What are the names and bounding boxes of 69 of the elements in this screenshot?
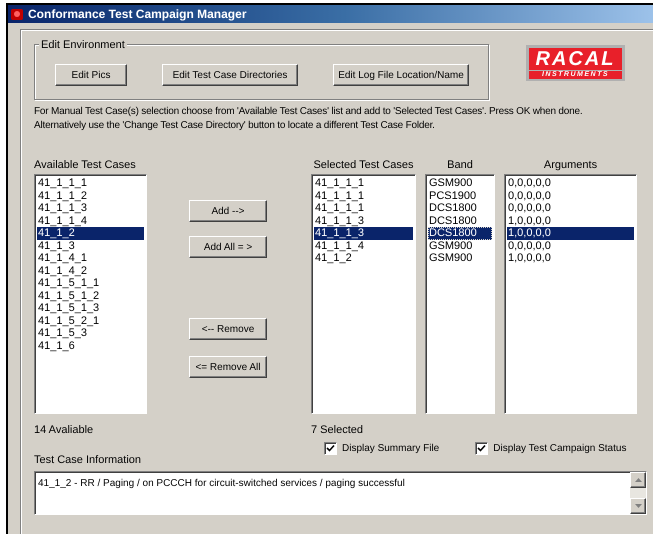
list-item[interactable]: 0,0,0,0,0 — [507, 202, 634, 214]
list-item[interactable]: 0,0,0,0,0 — [507, 190, 634, 202]
app-icon — [10, 7, 24, 21]
window-title: Conformance Test Campaign Manager — [28, 6, 246, 23]
checkbox-label: Display Summary File — [342, 442, 440, 456]
list-item[interactable]: GSM900 — [428, 252, 492, 264]
list-item[interactable]: 41_1_5_2_1 — [37, 314, 144, 327]
info-label: Test Case Information — [34, 452, 142, 468]
list-item[interactable]: 41_1_1_1 — [37, 177, 144, 190]
instruction-text: For Manual Test Case(s) selection choose from 'Available Test Cases' list and add to 'Selected Test Cases'. Press OK when done. — [34, 105, 584, 119]
move-button[interactable]: Add All = > — [189, 236, 267, 258]
info-field[interactable]: 41_1_2 - RR / Paging / on PCCCH for circuit-switched services / paging successful — [34, 471, 647, 515]
available-count: 14 Avaliable — [34, 423, 94, 438]
list-heading: Available Test Cases — [34, 158, 137, 173]
list-box[interactable]: 41_1_1_1 41_1_1_1 41_1_1_1 41_1_1_3 41_1_1_3 41_1_1_4 41_1_2 — [311, 174, 416, 414]
list-item[interactable]: 41_1_4_1 — [37, 252, 144, 264]
list-item[interactable]: 1,0,0,0,0 — [507, 227, 634, 240]
move-button[interactable]: <= Remove All — [189, 356, 267, 378]
list-item[interactable]: DCS1800 — [428, 202, 492, 214]
list-box[interactable]: GSM900 PCS1900 DCS1800 DCS1800 DCS1800 GSM900 GSM900 — [425, 174, 495, 414]
scrollbar[interactable] — [630, 472, 646, 514]
list-item[interactable]: 41_1_3 — [37, 240, 144, 252]
list-item[interactable]: 41_1_1_1 — [314, 190, 413, 202]
list-box[interactable]: 0,0,0,0,0 0,0,0,0,0 0,0,0,0,0 1,0,0,0,0 1,0,0,0,0 0,0,0,0,0 1,0,0,0,0 — [504, 174, 637, 414]
checkbox[interactable] — [475, 442, 488, 454]
list-item[interactable]: 41_1_4_2 — [37, 264, 144, 277]
scroll-down-icon[interactable] — [630, 498, 646, 514]
list-item[interactable]: 41_1_2 — [37, 227, 144, 240]
list-item[interactable]: 0,0,0,0,0 — [507, 240, 634, 252]
list-item[interactable]: DCS1800 — [428, 227, 492, 240]
list-heading: Arguments — [544, 158, 598, 173]
list-item[interactable]: 41_1_2 — [314, 252, 413, 264]
list-item[interactable]: PCS1900 — [428, 190, 492, 202]
list-item[interactable]: 1,0,0,0,0 — [507, 214, 634, 227]
move-button[interactable]: <-- Remove — [189, 318, 267, 340]
checkbox-label: Display Test Campaign Status — [493, 442, 626, 456]
list-heading: Selected Test Cases — [313, 158, 414, 173]
list-item[interactable]: GSM900 — [428, 240, 492, 252]
logo-name: RACAL — [529, 48, 622, 70]
list-item[interactable]: 41_1_1_2 — [37, 190, 144, 202]
instruction-text: Alternatively use the 'Change Test Case Directory' button to locate a different Test Case Folder. — [34, 119, 436, 133]
list-item[interactable]: 41_1_5_1_3 — [37, 302, 144, 314]
selected-count: 7 Selected — [311, 423, 364, 438]
list-item[interactable]: 41_1_1_1 — [314, 202, 413, 214]
list-item[interactable]: 41_1_1_3 — [314, 227, 413, 240]
list-item[interactable]: DCS1800 — [428, 214, 492, 227]
list-item[interactable]: 41_1_1_4 — [37, 214, 144, 227]
list-item[interactable]: GSM900 — [428, 177, 492, 190]
check-icon — [477, 444, 486, 452]
list-item[interactable]: 41_1_6 — [37, 340, 144, 352]
info-text: 41_1_2 - RR / Paging / on PCCCH for circuit-switched services / paging successful — [37, 477, 405, 491]
list-item[interactable]: 41_1_1_3 — [37, 202, 144, 214]
move-button[interactable]: Add --> — [189, 200, 267, 222]
list-box[interactable]: 41_1_1_1 41_1_1_2 41_1_1_3 41_1_1_4 41_1_2 41_1_3 41_1_4_1 41_1_4_2 41_1_5_1_1 41_1_5_1_2 41_1_5_1_3 41_1_5_2_1 41_1_5_3 41_1_6 — [34, 174, 147, 414]
list-item[interactable]: 41_1_5_3 — [37, 327, 144, 340]
list-item[interactable]: 41_1_1_1 — [314, 177, 413, 190]
scroll-up-icon[interactable] — [630, 472, 646, 488]
checkbox[interactable] — [324, 442, 337, 454]
edit-button[interactable]: Edit Pics — [55, 64, 127, 86]
edit-button[interactable]: Edit Test Case Directories — [162, 64, 298, 86]
list-item[interactable]: 41_1_5_1_1 — [37, 277, 144, 290]
list-heading: Band — [447, 158, 473, 173]
list-item[interactable]: 0,0,0,0,0 — [507, 177, 634, 190]
list-item[interactable]: 41_1_1_3 — [314, 214, 413, 227]
list-item[interactable]: 41_1_1_4 — [314, 240, 413, 252]
check-icon — [326, 444, 335, 452]
list-item[interactable]: 1,0,0,0,0 — [507, 252, 634, 264]
edit-button[interactable]: Edit Log File Location/Name — [333, 64, 469, 86]
list-item[interactable]: 41_1_5_1_2 — [37, 290, 144, 302]
